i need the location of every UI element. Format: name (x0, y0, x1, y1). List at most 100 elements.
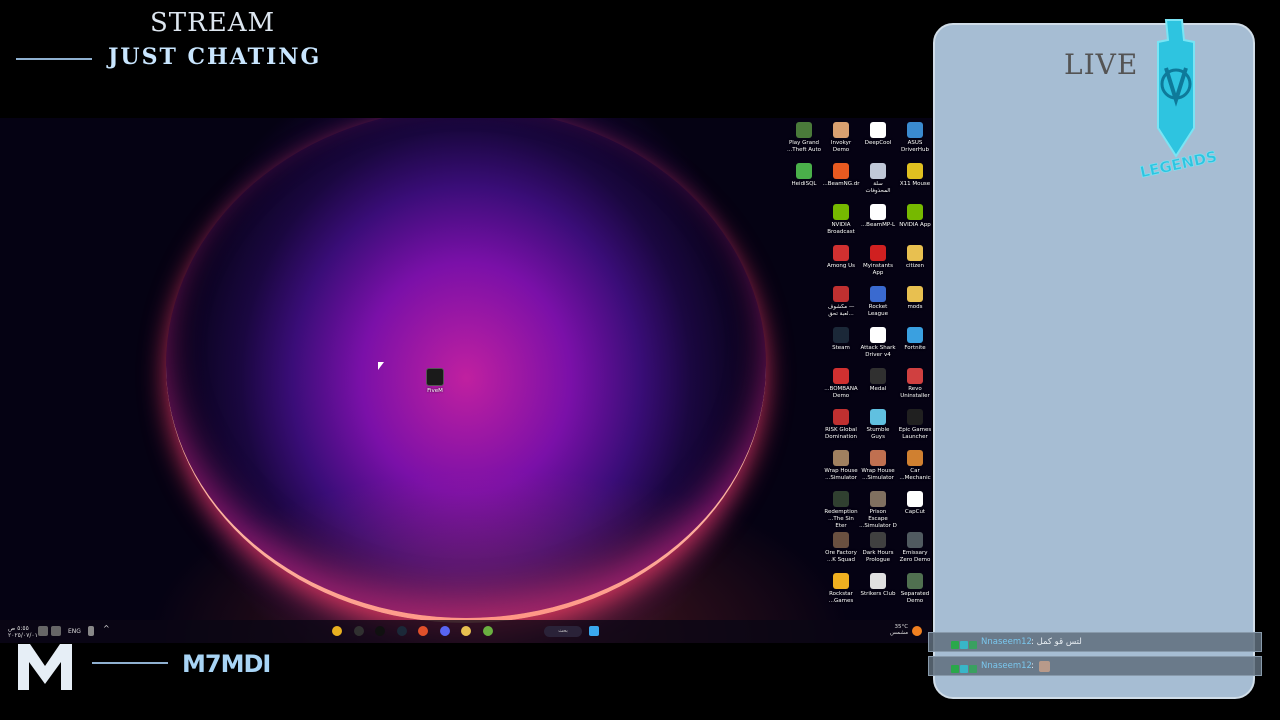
app-icon (870, 163, 886, 179)
brand-divider (92, 662, 168, 664)
app-icon (833, 163, 849, 179)
desktop-icon[interactable]: ...BeamMP-L (859, 204, 897, 229)
desktop-icon[interactable]: Wrap House ...Simulator (822, 450, 860, 482)
volume-icon[interactable] (38, 626, 48, 636)
desktop-icon[interactable]: Revo Uninstaller (896, 368, 932, 400)
microphone-icon[interactable] (88, 626, 94, 636)
fivem-icon[interactable] (375, 626, 385, 636)
desktop-icon[interactable]: Steam (822, 327, 860, 352)
desktop-icon-label: Attack Shark Driver v4 (860, 345, 896, 358)
desktop-icon-label: Emissary Zero Demo (899, 550, 931, 563)
app-icon (833, 409, 849, 425)
desktop-icon[interactable]: Epic Games Launcher (896, 409, 932, 441)
desktop-icon-label: Redemption ...The Sin Eter (824, 509, 858, 529)
app-icon (870, 409, 886, 425)
desktop: Play Grand ...Theft Auto Invokyr Demo Deep… (0, 118, 932, 643)
desktop-icon[interactable]: Strikers Club (859, 573, 897, 598)
app-icon (833, 450, 849, 466)
app-icon (833, 286, 849, 302)
desktop-icon-label: Wrap House ...Simulator (824, 468, 858, 481)
weather-widget[interactable]: 35°C مشمس (890, 624, 908, 636)
desktop-icon[interactable]: X11 Mouse (896, 163, 932, 188)
desktop-icon-label: ...BOMBANA Demo (824, 386, 858, 399)
desktop-icon[interactable]: ...BOMBANA Demo (822, 368, 860, 400)
desktop-icon[interactable]: سلة المحذوفات (859, 163, 897, 195)
desktop-icon[interactable]: Rocket League (859, 286, 897, 318)
desktop-icon-label: Prison Escape ...Simulator D (859, 509, 897, 529)
desktop-icon[interactable]: Emissary Zero Demo (896, 532, 932, 564)
desktop-icon[interactable]: Play Grand ...Theft Auto (785, 122, 823, 154)
badge-icon (969, 641, 977, 649)
obs-icon[interactable] (353, 626, 364, 636)
app-icon (833, 245, 849, 261)
desktop-icon-label: X11 Mouse (899, 181, 931, 187)
app-icon (907, 245, 923, 261)
steam-icon[interactable] (396, 626, 407, 636)
app-icon (907, 122, 923, 138)
desktop-icon[interactable]: Fortnite (896, 327, 932, 352)
desktop-icon-label: Rocket League (867, 304, 889, 317)
desktop-icon[interactable]: Invokyr Demo (822, 122, 860, 154)
windows-start-icon[interactable] (589, 626, 599, 636)
desktop-icon[interactable]: RISK Global Domination (822, 409, 860, 441)
language-indicator[interactable]: ENG (68, 628, 81, 635)
folder-icon[interactable] (461, 626, 471, 636)
desktop-icon[interactable]: DeepCool (859, 122, 897, 147)
stream-category: JUST CHATING (108, 44, 322, 70)
desktop-icon[interactable]: mods (896, 286, 932, 311)
desktop-icon[interactable]: Redemption ...The Sin Eter (822, 491, 860, 530)
brave-icon[interactable] (418, 626, 428, 636)
chat-message: Nnaseem12: (928, 656, 1262, 676)
desktop-icon[interactable]: NVIDIA App (896, 204, 932, 229)
live-label: LIVE (1064, 48, 1139, 81)
desktop-icon-label: Myinstants App (863, 263, 893, 276)
desktop-icon[interactable]: citizen (896, 245, 932, 270)
desktop-icon[interactable]: NVIDIA Broadcast (822, 204, 860, 236)
desktop-icon-label: Steam (832, 345, 850, 351)
desktop-icon-label: Wrap House ...Simulator (861, 468, 895, 481)
desktop-icon-label: ...BeamNG.dr (822, 181, 860, 187)
chevron-up-icon[interactable]: ^ (103, 624, 113, 634)
desktop-icon[interactable]: Among Us (822, 245, 860, 270)
desktop-icon[interactable]: Myinstants App (859, 245, 897, 277)
desktop-icon[interactable]: Separated Demo (896, 573, 932, 605)
desktop-icon-fivem[interactable]: FiveM (416, 368, 454, 395)
desktop-icon[interactable]: HeidiSQL (785, 163, 823, 188)
desktop-icon[interactable]: ASUS DriverHub (896, 122, 932, 154)
desktop-icon-label: RISK Global Domination (825, 427, 857, 440)
desktop-icon[interactable]: Dark Hours Prologue (859, 532, 897, 564)
desktop-icon[interactable]: مكشوف — لعبة تحق... (822, 286, 860, 318)
desktop-icon[interactable]: ...BeamNG.dr (822, 163, 860, 188)
desktop-icon-label: FiveM (427, 388, 443, 394)
desktop-icon[interactable]: Prison Escape ...Simulator D (859, 491, 897, 530)
chat-username[interactable]: Nnaseem12 (981, 657, 1032, 675)
desktop-icon[interactable]: Rockstar ...Games (822, 573, 860, 605)
desktop-icon-label: NVIDIA Broadcast (827, 222, 855, 235)
chrome-icon[interactable] (332, 626, 342, 636)
desktop-icon-label: Ore Factory ...K Squad (825, 550, 857, 563)
desktop-icon[interactable]: Ore Factory ...K Squad (822, 532, 860, 564)
game-icon[interactable] (482, 626, 493, 636)
network-icon[interactable] (51, 626, 61, 636)
desktop-icon-label: سلة المحذوفات (865, 181, 891, 194)
desktop-icon[interactable]: Medal (859, 368, 897, 393)
clock[interactable]: ٥:٥٥ ص ٢٠٢٥/٠٧/٠١ (8, 625, 38, 639)
desktop-icon[interactable]: CapCut (896, 491, 932, 516)
legends-logo: LEGENDS (1138, 19, 1216, 182)
app-icon (796, 163, 812, 179)
desktop-icon[interactable]: Car ...Mechanic (896, 450, 932, 482)
desktop-icon[interactable]: Stumble Guys (859, 409, 897, 441)
user-badges (951, 662, 978, 680)
desktop-icon-label: Play Grand ...Theft Auto (787, 140, 821, 153)
search-box[interactable]: بحث (544, 626, 582, 637)
taskbar: ٥:٥٥ ص ٢٠٢٥/٠٧/٠١ ENG ^ بحث 35°C مشمس (0, 620, 932, 643)
desktop-icon[interactable]: Wrap House ...Simulator (859, 450, 897, 482)
desktop-icon[interactable]: Attack Shark Driver v4 (859, 327, 897, 359)
clock-date: ٢٠٢٥/٠٧/٠١ (8, 632, 38, 639)
chat-username[interactable]: Nnaseem12 (981, 633, 1032, 651)
header-divider (16, 58, 92, 60)
desktop-icon-label: Car ...Mechanic (899, 468, 931, 481)
discord-icon[interactable] (439, 626, 450, 636)
app-icon (833, 204, 849, 220)
app-icon (870, 491, 886, 507)
